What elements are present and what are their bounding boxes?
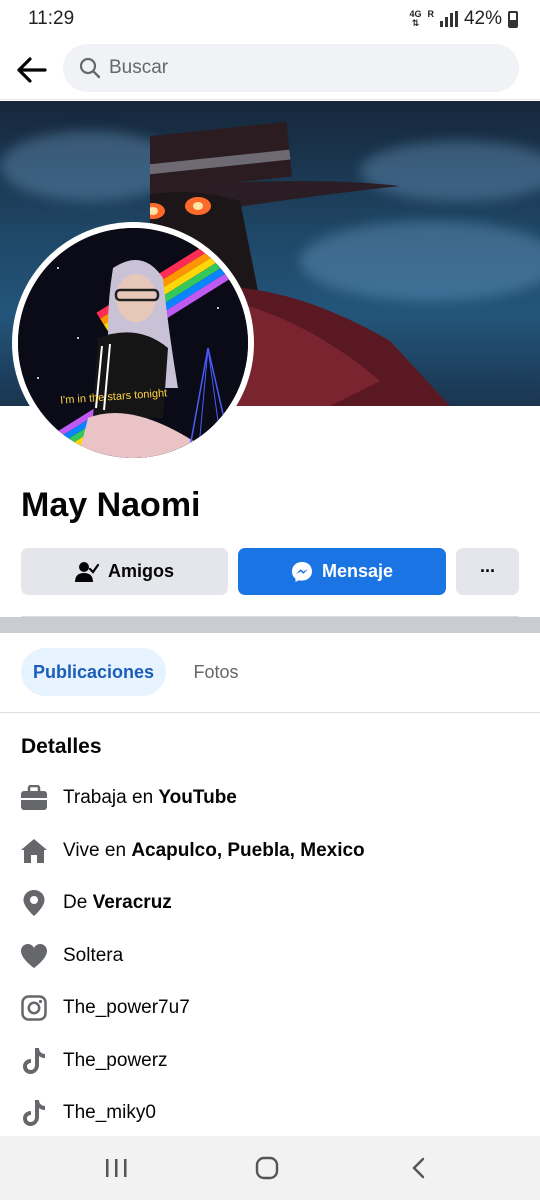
detail-lives-in[interactable]: Vive en Acapulco, Puebla, Mexico: [19, 834, 519, 868]
tiktok-icon: [19, 1046, 49, 1076]
message-button[interactable]: Mensaje: [238, 548, 446, 595]
details-heading: Detalles: [21, 735, 102, 758]
home-icon: [19, 836, 49, 866]
system-nav-bar: [0, 1136, 540, 1200]
detail-tiktok-2[interactable]: The_miky0: [19, 1096, 519, 1130]
instagram-icon: [19, 993, 49, 1023]
profile-name: May Naomi: [21, 486, 201, 524]
detail-text: Trabaja en YouTube: [63, 787, 237, 808]
message-label: Mensaje: [321, 561, 394, 581]
detail-from[interactable]: De Veracruz: [19, 886, 519, 920]
back-button[interactable]: [14, 52, 50, 88]
search-input[interactable]: Buscar: [63, 44, 519, 92]
detail-text: Soltera: [63, 945, 124, 966]
tab-publicaciones[interactable]: Publicaciones: [21, 648, 166, 696]
detail-work[interactable]: Trabaja en YouTube: [19, 781, 519, 815]
detail-tiktok-1[interactable]: The_powerz: [19, 1044, 519, 1078]
friends-button[interactable]: Amigos: [21, 548, 228, 595]
arrow-left-icon: [17, 57, 47, 83]
top-bar: Buscar: [0, 40, 540, 100]
heart-icon: [19, 941, 49, 971]
status-bar: 11:29 4G ⇅ R 42%: [0, 0, 540, 40]
location-pin-icon: [19, 888, 49, 918]
home-nav-button[interactable]: [237, 1150, 297, 1186]
detail-text: The_powerz: [63, 1050, 168, 1071]
detail-instagram[interactable]: The_power7u7: [19, 991, 519, 1025]
tab-fotos[interactable]: Fotos: [178, 648, 254, 696]
network-icon: 4G ⇅: [409, 9, 422, 28]
roaming-indicator: R: [427, 9, 434, 19]
detail-text: De Veracruz: [63, 892, 172, 913]
search-icon: [79, 57, 101, 79]
briefcase-icon: [19, 783, 49, 813]
detail-text: The_miky0: [63, 1102, 156, 1123]
chevron-left-icon: [412, 1157, 425, 1179]
battery-percent: 42%: [463, 8, 502, 29]
recent-apps-button[interactable]: [86, 1150, 146, 1186]
detail-relationship[interactable]: Soltera: [19, 939, 519, 973]
status-icons: 4G ⇅ R 42%: [409, 8, 518, 30]
signal-icon: [439, 11, 458, 27]
profile-avatar[interactable]: I'm in the stars tonight: [12, 222, 254, 464]
recent-apps-icon: [106, 1159, 127, 1177]
friend-check-icon: [74, 561, 99, 582]
section-separator: [0, 617, 540, 633]
tabs-divider: [0, 712, 540, 713]
tiktok-icon: [19, 1098, 49, 1128]
friends-label: Amigos: [107, 561, 174, 581]
detail-text: Vive en Acapulco, Puebla, Mexico: [63, 840, 365, 861]
detail-text: The_power7u7: [63, 997, 190, 1018]
search-placeholder: Buscar: [109, 57, 169, 78]
home-circle-icon: [255, 1156, 279, 1180]
status-time: 11:29: [28, 8, 75, 29]
messenger-icon: [291, 561, 312, 582]
back-nav-button[interactable]: [388, 1150, 448, 1186]
avatar-image: I'm in the stars tonight: [18, 228, 248, 458]
battery-icon: [508, 10, 518, 28]
more-dots-icon: ···: [480, 561, 496, 581]
more-options-button[interactable]: ···: [456, 548, 519, 595]
